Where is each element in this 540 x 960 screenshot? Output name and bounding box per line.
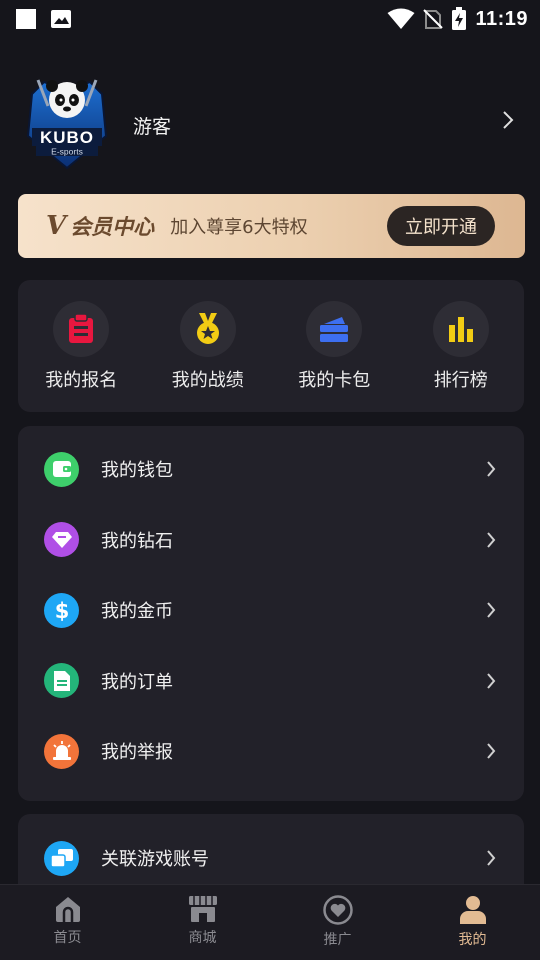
- nav-item-mine[interactable]: 我的: [405, 885, 540, 960]
- svg-text:E-sports: E-sports: [51, 147, 83, 157]
- image-notification-icon: [51, 10, 71, 28]
- vip-banner[interactable]: V 会员中心 加入尊享6大特权 立即开通: [18, 194, 525, 258]
- chevron-right-icon: [487, 532, 496, 548]
- menu-item-label: 我的钱包: [101, 460, 173, 482]
- menu-item-coins[interactable]: $ 我的金币: [18, 575, 524, 646]
- nav-item-home[interactable]: 首页: [0, 885, 135, 960]
- menu-item-wallet[interactable]: 我的钱包: [18, 434, 524, 505]
- menu-list: 我的钱包 我的钻石 $ 我的金币 我的订单 我的举报: [18, 426, 524, 801]
- profile-person-icon: [459, 896, 486, 924]
- chevron-right-icon: [487, 743, 496, 759]
- avatar[interactable]: KUBO E-sports: [24, 76, 110, 170]
- wifi-icon: [387, 8, 415, 29]
- alarm-siren-icon: [52, 741, 71, 761]
- order-document-icon: [53, 670, 70, 691]
- nav-item-promote[interactable]: 推广: [270, 885, 405, 960]
- quick-action-signup[interactable]: 我的报名: [18, 280, 145, 412]
- menu-item-link-game-account[interactable]: 关联游戏账号: [18, 823, 524, 894]
- quick-action-label: 排行榜: [433, 370, 488, 391]
- username[interactable]: 游客: [133, 112, 171, 139]
- quick-action-label: 我的报名: [45, 370, 118, 391]
- nav-label: 推广: [323, 932, 352, 948]
- medal-icon: [196, 313, 219, 344]
- quick-action-leaderboard[interactable]: 排行榜: [398, 280, 525, 412]
- store-icon: [188, 896, 217, 922]
- chevron-right-icon: [487, 850, 496, 866]
- menu-item-report[interactable]: 我的举报: [18, 716, 524, 787]
- vip-description: 加入尊享6大特权: [170, 217, 308, 238]
- svg-text:KUBO: KUBO: [40, 128, 94, 147]
- home-icon: [55, 897, 80, 922]
- vip-title: 会员中心: [70, 215, 155, 239]
- vip-v-mark: V: [46, 211, 67, 241]
- svg-text:$: $: [54, 599, 69, 622]
- menu-item-label: 我的金币: [101, 601, 173, 623]
- chevron-right-icon: [487, 461, 496, 477]
- status-time: 11:19: [475, 7, 528, 30]
- quick-action-label: 我的战绩: [171, 370, 244, 391]
- card-wallet-icon: [320, 317, 349, 342]
- nav-label: 首页: [53, 930, 82, 946]
- nav-item-store[interactable]: 商城: [135, 885, 270, 960]
- linked-accounts-icon: [49, 849, 73, 868]
- wallet-icon: [52, 461, 71, 478]
- menu-item-label: 我的订单: [101, 671, 173, 693]
- vip-logo: V 会员中心: [46, 211, 154, 241]
- heart-promote-icon: [322, 895, 353, 925]
- chevron-right-icon: [487, 673, 496, 689]
- menu-item-label: 我的举报: [101, 742, 173, 764]
- quick-actions-card: 我的报名 我的战绩 我的卡包 排行榜: [18, 280, 524, 412]
- no-sim-icon: [423, 9, 444, 29]
- chevron-right-icon[interactable]: [502, 110, 514, 130]
- bar-chart-icon: [448, 317, 473, 342]
- status-bar: 11:19: [0, 0, 540, 38]
- dollar-coin-icon: $: [54, 599, 69, 622]
- menu-item-label: 关联游戏账号: [101, 849, 209, 871]
- quick-action-label: 我的卡包: [298, 370, 371, 391]
- menu-item-orders[interactable]: 我的订单: [18, 646, 524, 717]
- clipboard-icon: [69, 314, 94, 343]
- bottom-nav: 首页 商城 推广 我的: [0, 884, 540, 960]
- nav-label: 我的: [458, 932, 487, 948]
- profile-header[interactable]: KUBO E-sports 游客: [0, 76, 540, 172]
- battery-charging-icon: [452, 7, 467, 30]
- diamond-icon: [51, 531, 72, 548]
- menu-item-diamond[interactable]: 我的钻石: [18, 505, 524, 576]
- chevron-right-icon: [487, 602, 496, 618]
- nav-label: 商城: [188, 930, 217, 946]
- menu-item-label: 我的钻石: [101, 530, 173, 552]
- quick-action-record[interactable]: 我的战绩: [145, 280, 272, 412]
- vip-open-button[interactable]: 立即开通: [387, 206, 495, 246]
- quick-action-card-wallet[interactable]: 我的卡包: [271, 280, 398, 412]
- square-notification-icon: [16, 9, 36, 29]
